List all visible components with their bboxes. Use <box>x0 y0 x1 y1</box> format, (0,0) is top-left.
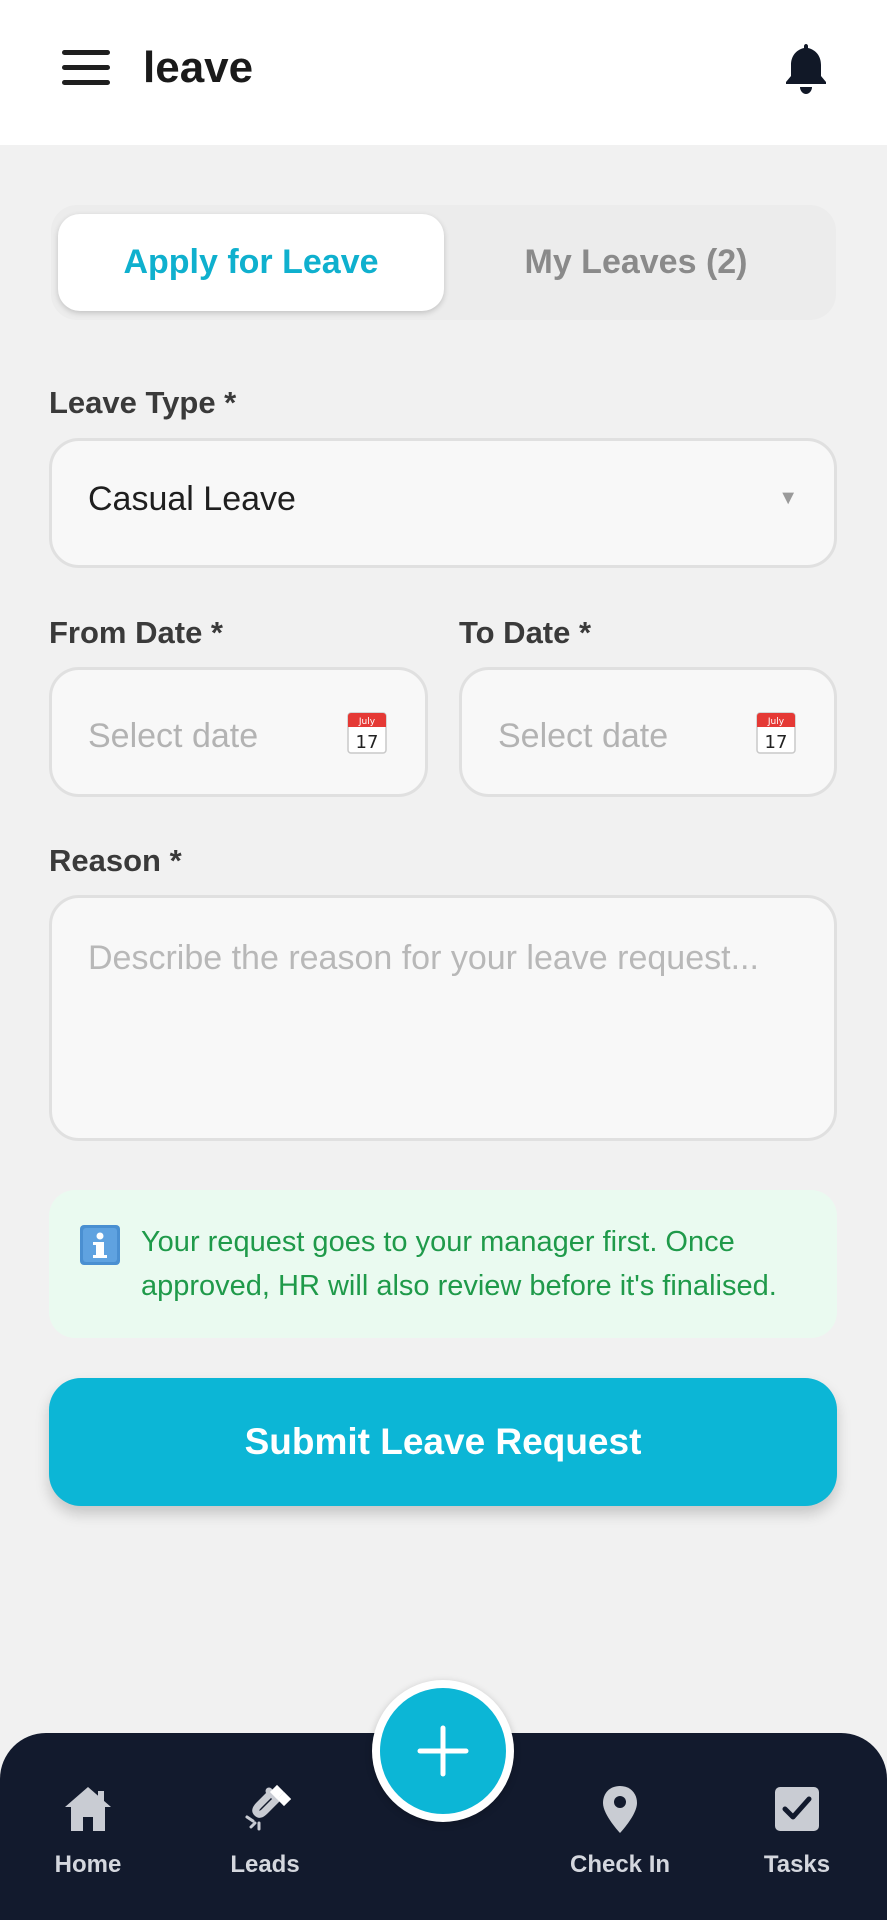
info-icon <box>80 1225 120 1265</box>
leave-type-select[interactable]: Casual Leave ▼ <box>49 438 837 568</box>
tab-apply-for-leave[interactable]: Apply for Leave <box>58 214 444 311</box>
home-icon <box>65 1787 111 1831</box>
location-pin-icon <box>603 1786 637 1833</box>
svg-text:17: 17 <box>765 732 788 753</box>
svg-text:July: July <box>358 717 376 727</box>
to-date-input[interactable]: Select date July 17 <box>459 667 837 797</box>
to-date-placeholder: Select date <box>498 717 669 755</box>
nav-item-home[interactable]: Home <box>13 1733 163 1920</box>
dropdown-arrow-icon: ▼ <box>778 487 798 509</box>
tab-my-leaves[interactable]: My Leaves (2) <box>443 214 829 311</box>
leave-type-value: Casual Leave <box>88 480 296 518</box>
magnet-icon <box>245 1784 291 1831</box>
to-date-label: To Date * <box>459 615 592 650</box>
from-date-label: From Date * <box>49 615 223 650</box>
menu-icon[interactable] <box>62 50 110 86</box>
notification-bell-icon[interactable] <box>781 40 831 96</box>
submit-leave-request-button[interactable]: Submit Leave Request <box>49 1378 837 1506</box>
nav-label-leads: Leads <box>230 1851 300 1878</box>
info-text: Your request goes to your manager first.… <box>141 1220 811 1308</box>
page-title: leave <box>143 43 254 92</box>
add-fab-button[interactable] <box>372 1680 514 1822</box>
nav-item-tasks[interactable]: Tasks <box>722 1733 872 1920</box>
plus-icon <box>417 1725 469 1777</box>
from-date-placeholder: Select date <box>88 717 259 755</box>
tab-bar: Apply for Leave My Leaves (2) <box>51 205 836 320</box>
nav-label-home: Home <box>54 1851 122 1878</box>
app-header: leave <box>0 0 887 145</box>
info-notice: Your request goes to your manager first.… <box>49 1190 837 1338</box>
from-date-input[interactable]: Select date July 17 <box>49 667 428 797</box>
svg-text:17: 17 <box>356 732 379 753</box>
nav-item-check-in[interactable]: Check In <box>545 1733 695 1920</box>
nav-item-leads[interactable]: Leads <box>190 1733 340 1920</box>
nav-label-tasks: Tasks <box>763 1851 831 1878</box>
reason-label: Reason * <box>49 843 182 878</box>
info-line-1: Your request goes to your manager first.… <box>141 1226 735 1258</box>
leave-type-label: Leave Type * <box>49 385 237 420</box>
checkbox-icon <box>775 1787 819 1831</box>
svg-text:July: July <box>767 717 785 727</box>
nav-label-check-in: Check In <box>569 1851 671 1878</box>
calendar-icon: July 17 <box>756 712 796 754</box>
calendar-icon: July 17 <box>347 712 387 754</box>
info-line-2: approved, HR will also review before it'… <box>141 1270 777 1302</box>
reason-placeholder: Describe the reason for your leave reque… <box>88 939 759 977</box>
reason-textarea[interactable]: Describe the reason for your leave reque… <box>49 895 837 1141</box>
